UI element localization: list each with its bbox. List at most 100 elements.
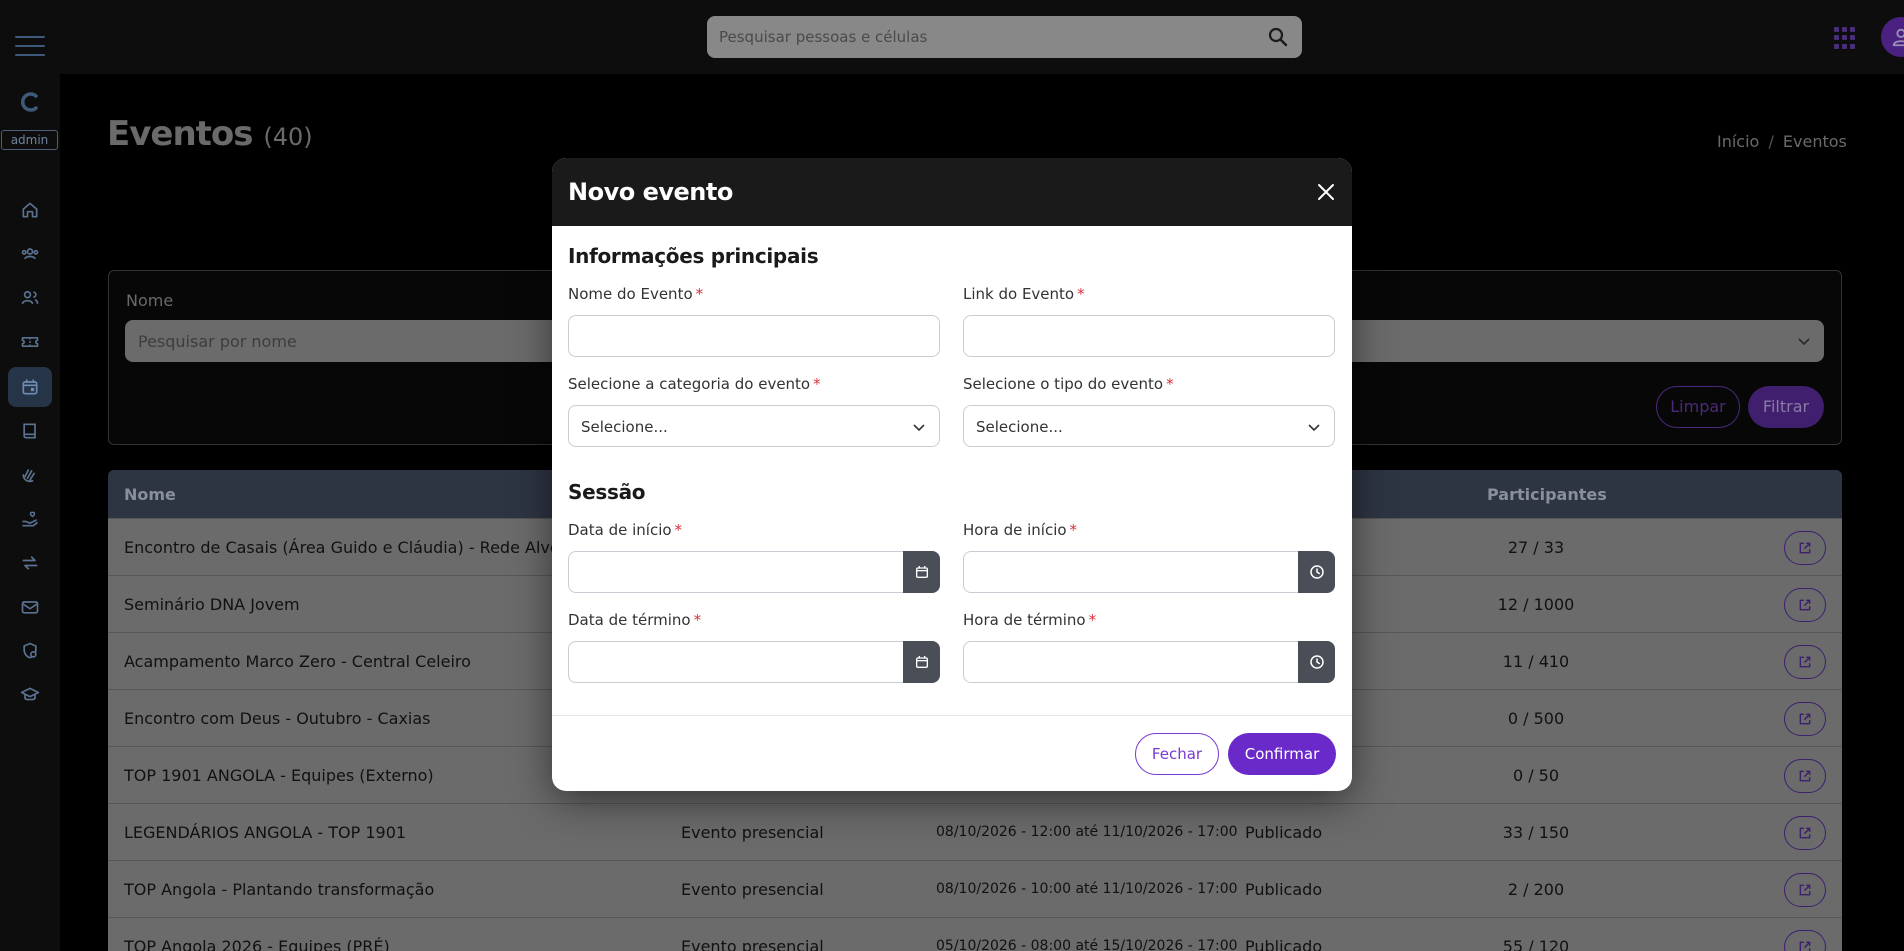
start-date-input[interactable]	[569, 552, 901, 592]
transfer-icon[interactable]	[18, 551, 42, 575]
graduation-icon[interactable]	[18, 683, 42, 707]
groups-icon[interactable]	[18, 242, 42, 266]
table-row[interactable]: LEGENDÁRIOS ANGOLA - TOP 1901 Evento pres…	[108, 803, 1842, 860]
row-participants: 12 / 1000	[1497, 595, 1575, 614]
external-link-icon	[1799, 713, 1811, 725]
type-select-value: Selecione...	[976, 418, 1063, 436]
start-time-input[interactable]	[964, 552, 1296, 592]
start-date-label-text: Data de início	[568, 521, 672, 539]
apply-filters-button[interactable]: Filtrar	[1748, 386, 1824, 428]
end-date-input[interactable]	[569, 642, 901, 682]
global-search-input[interactable]: Pesquisar pessoas e células	[707, 16, 1302, 58]
end-time-picker-button[interactable]	[1298, 641, 1335, 683]
calendar-icon	[915, 566, 928, 578]
category-label: Selecione a categoria do evento *	[568, 375, 821, 393]
row-status: Publicado	[1245, 823, 1323, 842]
breadcrumb-home[interactable]: Início	[1717, 132, 1759, 151]
apps-grid-icon[interactable]	[1834, 27, 1856, 49]
row-name: TOP 1901 ANGOLA - Equipes (Externo)	[124, 766, 434, 785]
clock-icon	[1309, 565, 1324, 579]
page-title: Eventos (40)	[107, 114, 313, 154]
table-row[interactable]: TOP Angola - Plantando transformação Even…	[108, 860, 1842, 917]
breadcrumb-current: Eventos	[1782, 132, 1847, 151]
filter-name-placeholder: Pesquisar por nome	[138, 332, 297, 351]
user-avatar[interactable]	[1881, 17, 1904, 57]
open-event-button[interactable]	[1784, 759, 1826, 793]
start-time-label: Hora de início *	[963, 521, 1077, 539]
table-row[interactable]: TOP Angola 2026 - Equipes (PRÉ) Evento pr…	[108, 917, 1842, 951]
start-date-picker-button[interactable]	[903, 551, 940, 593]
confirm-button[interactable]: Confirmar	[1228, 733, 1336, 775]
type-select[interactable]: Selecione...	[963, 405, 1335, 447]
required-mark: *	[1077, 285, 1085, 303]
required-mark: *	[693, 611, 702, 629]
open-event-button[interactable]	[1784, 816, 1826, 850]
event-name-input[interactable]	[569, 316, 939, 356]
ticket-icon[interactable]	[18, 330, 42, 354]
col-header-name[interactable]: Nome	[124, 485, 176, 504]
open-event-button[interactable]	[1784, 930, 1826, 951]
user-icon	[1892, 28, 1904, 47]
type-label: Selecione o tipo do evento *	[963, 375, 1174, 393]
home-icon[interactable]	[18, 198, 42, 222]
row-name: Acampamento Marco Zero - Central Celeiro	[124, 652, 471, 671]
breadcrumb: Início / Eventos	[1717, 132, 1847, 151]
external-link-icon	[1799, 941, 1811, 951]
row-type: Evento presencial	[681, 937, 824, 951]
open-event-button[interactable]	[1784, 702, 1826, 736]
menu-icon[interactable]	[15, 36, 45, 56]
required-mark: *	[1088, 611, 1097, 629]
required-mark: *	[813, 375, 821, 393]
breadcrumb-separator: /	[1768, 132, 1774, 151]
event-name-field[interactable]	[568, 315, 940, 357]
open-event-button[interactable]	[1784, 588, 1826, 622]
category-select-value: Selecione...	[581, 418, 668, 436]
row-participants: 11 / 410	[1502, 652, 1570, 671]
end-date-picker-button[interactable]	[903, 641, 940, 683]
event-link-input[interactable]	[964, 316, 1334, 356]
start-date-label: Data de início *	[568, 521, 682, 539]
row-name: TOP Angola 2026 - Equipes (PRÉ)	[124, 937, 390, 951]
end-date-field[interactable]	[568, 641, 940, 683]
external-link-icon	[1799, 770, 1811, 782]
close-button[interactable]: Fechar	[1135, 733, 1219, 775]
event-link-field[interactable]	[963, 315, 1335, 357]
open-event-button[interactable]	[1784, 531, 1826, 565]
event-name-label: Nome do Evento *	[568, 285, 703, 303]
event-name-label-text: Nome do Evento	[568, 285, 693, 303]
clear-filters-button[interactable]: Limpar	[1656, 386, 1740, 428]
mail-icon[interactable]	[18, 595, 42, 619]
donation-icon[interactable]	[18, 507, 42, 531]
event-link-label: Link do Evento *	[963, 285, 1085, 303]
row-type: Evento presencial	[681, 880, 824, 899]
end-date-label-text: Data de término	[568, 611, 691, 629]
start-date-field[interactable]	[568, 551, 940, 593]
start-time-field[interactable]	[963, 551, 1335, 593]
row-participants: 0 / 50	[1512, 766, 1560, 785]
section-session-title: Sessão	[568, 480, 646, 504]
row-dates: 08/10/2026 - 12:00 até 11/10/2026 - 17:0…	[936, 824, 1238, 840]
external-link-icon	[1799, 884, 1811, 896]
col-header-participants[interactable]: Participantes	[1487, 485, 1607, 504]
hands-icon[interactable]	[18, 463, 42, 487]
end-time-input[interactable]	[964, 642, 1296, 682]
category-label-text: Selecione a categoria do evento	[568, 375, 811, 393]
users-icon[interactable]	[18, 286, 42, 310]
topbar: Pesquisar pessoas e células	[60, 0, 1904, 74]
open-event-button[interactable]	[1784, 645, 1826, 679]
end-time-field[interactable]	[963, 641, 1335, 683]
open-event-button[interactable]	[1784, 873, 1826, 907]
end-time-label-text: Hora de término	[963, 611, 1086, 629]
row-dates: 05/10/2026 - 08:00 até 15/10/2026 - 17:0…	[936, 938, 1238, 951]
required-mark: *	[674, 521, 683, 539]
category-select[interactable]: Selecione...	[568, 405, 940, 447]
calendar-icon[interactable]	[18, 375, 42, 399]
modal-title: Novo evento	[568, 178, 733, 206]
start-time-picker-button[interactable]	[1298, 551, 1335, 593]
search-icon[interactable]	[1266, 25, 1290, 49]
row-name: Seminário DNA Jovem	[124, 595, 300, 614]
book-icon[interactable]	[18, 419, 42, 443]
row-dates: 08/10/2026 - 10:00 até 11/10/2026 - 17:0…	[936, 881, 1238, 897]
close-icon[interactable]	[1314, 180, 1338, 204]
settings-shield-icon[interactable]	[18, 639, 42, 663]
